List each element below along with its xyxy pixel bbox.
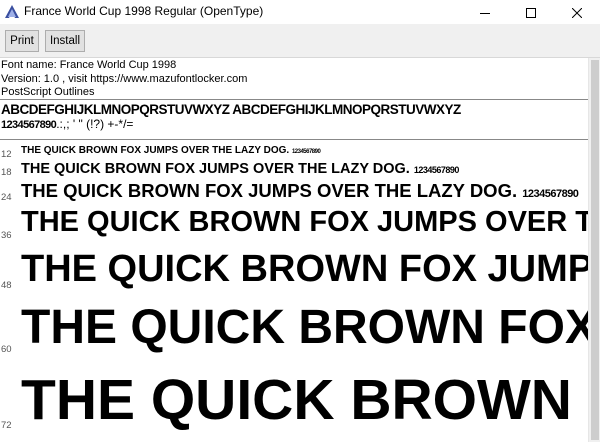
sample-pangram: THE QUICK BROWN FOX JUMPS OVER THE LAZY … <box>21 206 588 238</box>
sample-digits: 1234567890 <box>522 188 579 200</box>
scrollbar-thumb[interactable] <box>591 60 599 440</box>
sample-pangram: THE QUICK BROWN FOX JUMPS OVER THE LAZY … <box>21 368 588 432</box>
sample-text: THE QUICK BROWN FOX JUMPS OVER THE LAZY … <box>21 304 588 352</box>
sample-pangram: THE QUICK BROWN FOX JUMPS OVER THE LAZY … <box>21 145 290 156</box>
sample-digits: 1234567890 <box>413 165 460 175</box>
vertical-scrollbar[interactable] <box>588 58 600 442</box>
sample-area: 12 THE QUICK BROWN FOX JUMPS OVER THE LA… <box>0 140 588 442</box>
sample-text: THE QUICK BROWN FOX JUMPS OVER THE LAZY … <box>21 162 459 177</box>
sample-text: THE QUICK BROWN FOX JUMPS OVER THE LAZY … <box>21 208 588 237</box>
sample-size-label: 72 <box>1 420 12 431</box>
sample-text: THE QUICK BROWN FOX JUMPS OVER THE LAZY … <box>21 372 588 429</box>
sample-pangram: THE QUICK BROWN FOX JUMPS OVER THE LAZY … <box>21 301 588 354</box>
toolbar: Print Install <box>0 24 600 58</box>
sample-pangram: THE QUICK BROWN FOX JUMPS OVER THE LAZY … <box>21 248 588 290</box>
sample-text: THE QUICK BROWN FOX JUMPS OVER THE LAZY … <box>21 250 588 288</box>
print-button[interactable]: Print <box>5 30 39 52</box>
minimize-icon <box>480 3 490 22</box>
maximize-icon <box>526 3 536 22</box>
info-separator <box>0 99 588 100</box>
charset-digits: 1234567890 <box>1 119 57 131</box>
title-bar: France World Cup 1998 Regular (OpenType) <box>0 0 600 24</box>
font-viewer-icon <box>4 4 20 20</box>
window-title: France World Cup 1998 Regular (OpenType) <box>24 4 264 18</box>
font-viewer-window: France World Cup 1998 Regular (OpenType)… <box>0 0 600 442</box>
maximize-button[interactable] <box>508 0 554 24</box>
sample-pangram: THE QUICK BROWN FOX JUMPS OVER THE LAZY … <box>21 180 518 201</box>
charset-symbols: .:,; ' " (!?) +-*/= <box>56 117 134 131</box>
character-set: ABCDEFGHIJKLMNOPQRSTUVWXYZ ABCDEFGHIJKLM… <box>1 102 461 132</box>
font-info: Font name: France World Cup 1998 Version… <box>1 59 247 100</box>
install-button[interactable]: Install <box>45 30 85 52</box>
minimize-button[interactable] <box>462 0 508 24</box>
sample-size-label: 12 <box>1 149 12 160</box>
font-outlines-line: PostScript Outlines <box>1 86 95 98</box>
sample-text: THE QUICK BROWN FOX JUMPS OVER THE LAZY … <box>21 145 321 156</box>
sample-size-label: 48 <box>1 280 12 291</box>
sample-size-label: 36 <box>1 230 12 241</box>
sample-size-label: 60 <box>1 344 12 355</box>
sample-size-label: 24 <box>1 192 12 203</box>
charset-digits-row: 1234567890.:,; ' " (!?) +-*/= <box>1 118 461 132</box>
font-version-line: Version: 1.0 , visit https://www.mazufon… <box>1 72 248 85</box>
sample-digits: 1234567890 <box>291 149 321 155</box>
close-icon <box>571 3 583 22</box>
charset-uppercase: ABCDEFGHIJKLMNOPQRSTUVWXYZ ABCDEFGHIJKLM… <box>1 102 461 117</box>
font-name-line: Font name: France World Cup 1998 <box>1 59 177 71</box>
sample-size-label: 18 <box>1 167 12 178</box>
sample-text: THE QUICK BROWN FOX JUMPS OVER THE LAZY … <box>21 180 579 201</box>
sample-pangram: THE QUICK BROWN FOX JUMPS OVER THE LAZY … <box>21 161 410 177</box>
close-button[interactable] <box>554 0 600 24</box>
